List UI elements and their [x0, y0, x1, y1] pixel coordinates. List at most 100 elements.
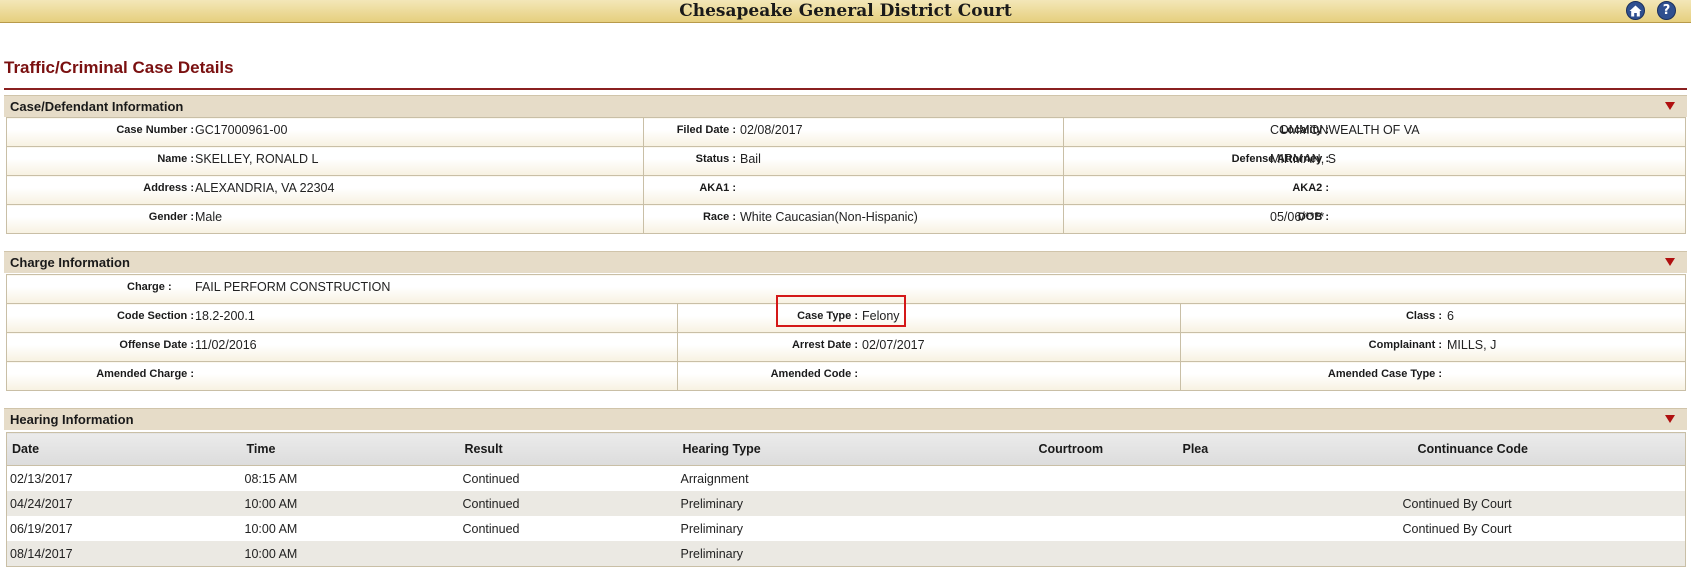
charge-info-row: Offense Date :11/02/2016 Arrest Date : 02… — [6, 332, 1687, 362]
field-label: Class : — [1405, 310, 1443, 322]
case-info-row: Gender : Male Race : White Caucasian(Non-H… — [6, 204, 1686, 234]
field-value: 02/08/2017 — [740, 123, 803, 137]
hearing-table: Date Time Result Hearing Type Courtroom … — [6, 432, 1686, 567]
cell-courtroom — [1033, 465, 1178, 491]
field-value: 6 — [1447, 309, 1454, 323]
column-header-time[interactable]: Time — [241, 432, 460, 466]
field-value: 11/02/2016 — [195, 338, 257, 352]
column-header-continuance-code[interactable]: Continuance Code — [1329, 432, 1686, 466]
field-label: Status : — [695, 153, 736, 165]
cell-plea — [1177, 541, 1330, 567]
collapse-triangle-icon[interactable] — [1665, 102, 1675, 110]
field-value: Bail — [740, 152, 761, 166]
field-label: Amended Charge : — [96, 368, 194, 380]
cell-plea — [1177, 491, 1330, 516]
column-header-plea[interactable]: Plea — [1177, 432, 1330, 466]
field-label: Arrest Date : — [791, 339, 858, 351]
cell-result: Continued — [459, 491, 678, 516]
cell-hearing-type: Preliminary — [677, 516, 1034, 541]
field-value: White Caucasian(Non-Hispanic) — [740, 210, 918, 224]
hearing-header-row: Date Time Result Hearing Type Courtroom … — [6, 432, 1686, 466]
section-title-hearing: Hearing Information — [10, 412, 134, 427]
field-label: Code Section : — [116, 310, 194, 322]
cell-hearing-type: Arraignment — [677, 465, 1034, 491]
case-info-table: Case Number : GC17000961-00 Filed Date : 0… — [6, 117, 1686, 234]
charge-value: FAIL PERFORM CONSTRUCTION — [195, 280, 391, 294]
cell-date: 04/24/2017 — [6, 491, 242, 516]
section-header-hearing[interactable]: Hearing Information — [4, 408, 1687, 430]
case-info-row: Case Number : GC17000961-00 Filed Date : 0… — [6, 117, 1686, 147]
field-value: ALEXANDRIA, VA 22304 — [195, 181, 335, 195]
field-value: GC17000961-00 — [195, 123, 288, 137]
case-info-row: Address : ALEXANDRIA, VA 22304 AKA1 : AKA… — [6, 175, 1686, 205]
court-title: Chesapeake General District Court — [679, 1, 1012, 21]
charge-info-table: Charge : FAIL PERFORM CONSTRUCTION Code S… — [5, 274, 1687, 391]
collapse-triangle-icon[interactable] — [1665, 258, 1675, 266]
field-label: Complainant : — [1368, 339, 1443, 351]
cell-continuance-code — [1329, 541, 1686, 567]
cell-time: 08:15 AM — [241, 465, 460, 491]
cell-continuance-code — [1329, 465, 1686, 491]
collapse-triangle-icon[interactable] — [1665, 415, 1675, 423]
cell-time: 10:00 AM — [241, 516, 460, 541]
column-header-hearing-type[interactable]: Hearing Type — [677, 432, 1034, 466]
cell-courtroom — [1033, 541, 1178, 567]
charge-info-row: Amended Charge : Amended Code : Amended … — [6, 361, 1687, 391]
column-header-courtroom[interactable]: Courtroom — [1033, 432, 1178, 466]
cell-hearing-type: Preliminary — [677, 541, 1034, 567]
cell-continuance-code: Continued By Court — [1329, 516, 1686, 541]
help-glyph: ? — [1662, 3, 1671, 18]
cell-plea — [1177, 465, 1330, 491]
field-label: Address : — [143, 182, 194, 194]
field-label: Offense Date : — [119, 339, 194, 351]
field-label: AKA1 : — [699, 182, 736, 194]
column-header-result[interactable]: Result — [459, 432, 678, 466]
column-header-date[interactable]: Date — [6, 432, 242, 466]
case-type-highlight — [776, 295, 906, 327]
field-label: Amended Case Type : — [1327, 368, 1443, 380]
cell-result: Continued — [459, 516, 678, 541]
case-info-row: Name : SKELLEY, RONALD L Status : Bail Def… — [6, 146, 1686, 176]
cell-time: 10:00 AM — [241, 541, 460, 567]
field-value: 02/07/2017 — [862, 338, 925, 352]
field-value: Male — [195, 210, 223, 224]
top-bar: Chesapeake General District Court — [0, 0, 1691, 23]
field-label: Case Number : — [116, 124, 194, 136]
field-value: COMMONWEALTH OF VA — [1270, 123, 1420, 137]
field-value: MIRMAN, S — [1270, 152, 1336, 166]
cell-result: Continued — [459, 465, 678, 491]
cell-date: 08/14/2017 — [6, 541, 242, 567]
field-label: AKA2 : — [1292, 182, 1329, 194]
help-icon[interactable]: ? — [1657, 1, 1676, 20]
cell-date: 02/13/2017 — [6, 465, 242, 491]
home-icon[interactable] — [1626, 1, 1645, 20]
cell-continuance-code: Continued By Court — [1329, 491, 1686, 516]
table-row: 08/14/2017 10:00 AM Preliminary — [6, 541, 1686, 567]
field-value: SKELLEY, RONALD L — [195, 152, 319, 166]
cell-time: 10:00 AM — [241, 491, 460, 516]
cell-result — [459, 541, 678, 567]
cell-courtroom — [1033, 516, 1178, 541]
field-value: 05/06/**** — [1270, 210, 1325, 224]
cell-courtroom — [1033, 491, 1178, 516]
table-row: 04/24/2017 10:00 AM Continued Preliminar… — [6, 491, 1686, 516]
field-label: Name : — [157, 153, 194, 165]
cell-plea — [1177, 516, 1330, 541]
table-row: 06/19/2017 10:00 AM Continued Preliminar… — [6, 516, 1686, 541]
table-row: 02/13/2017 08:15 AM Continued Arraignmen… — [6, 465, 1686, 491]
field-value: MILLS, J — [1447, 338, 1497, 352]
cell-hearing-type: Preliminary — [677, 491, 1034, 516]
cell-date: 06/19/2017 — [6, 516, 242, 541]
section-header-charge[interactable]: Charge Information — [4, 251, 1687, 273]
section-title-case: Case/Defendant Information — [10, 99, 184, 114]
field-label: Race : — [702, 211, 736, 223]
field-value: 18.2-200.1 — [195, 309, 255, 323]
page-title: Traffic/Criminal Case Details — [4, 58, 234, 77]
field-label: Gender : — [148, 211, 194, 223]
charge-label: Charge : — [127, 281, 172, 293]
section-header-case[interactable]: Case/Defendant Information — [4, 95, 1687, 117]
field-label: Amended Code : — [770, 368, 858, 380]
field-label: Filed Date : — [676, 124, 736, 136]
section-title-charge: Charge Information — [10, 255, 130, 270]
title-divider — [4, 88, 1687, 90]
